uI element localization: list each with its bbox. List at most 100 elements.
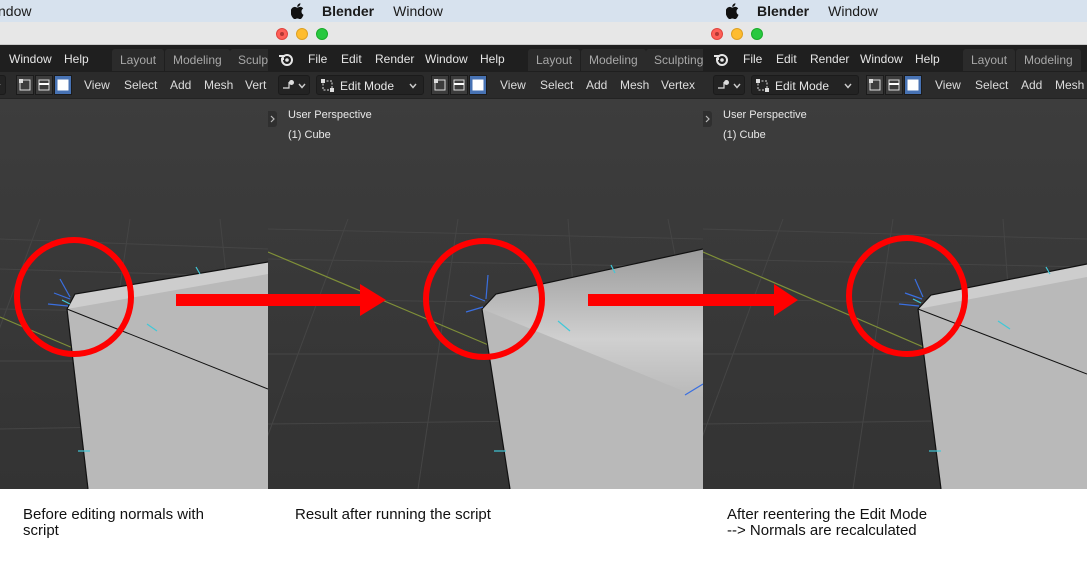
blender-top-bar: Window Help Layout Modeling Sculpt	[0, 45, 268, 72]
mac-menu-bar: Blender Window	[703, 0, 1087, 22]
select-mode-group	[431, 75, 488, 95]
tab-modeling[interactable]: Modeling	[165, 49, 230, 71]
blender-logo-icon[interactable]	[278, 51, 294, 67]
viewport-header: Edit Mode View Select Add Mesh	[703, 72, 1087, 99]
viewport-object-label: (1) Cube	[288, 129, 331, 141]
zoom-window-button[interactable]	[751, 28, 763, 40]
chevron-down-icon	[844, 83, 852, 89]
minimize-window-button[interactable]	[731, 28, 743, 40]
apple-icon[interactable]	[288, 2, 308, 20]
tab-layout[interactable]: Layout	[528, 49, 581, 71]
header-vertex[interactable]: Vert	[245, 78, 266, 92]
header-mesh[interactable]: Mesh	[204, 78, 233, 92]
menu-window[interactable]: Window	[425, 52, 468, 66]
menu-window[interactable]: Window	[860, 52, 903, 66]
edit-mode-icon	[756, 79, 769, 92]
blender-top-bar: File Edit Render Window Help Layout Mode…	[703, 45, 1087, 72]
zoom-window-button[interactable]	[316, 28, 328, 40]
mac-menu-bar: ndow	[0, 0, 268, 22]
mode-dropdown[interactable]: Edit Mode	[316, 75, 424, 95]
menu-edit[interactable]: Edit	[341, 52, 362, 66]
edge-select-icon[interactable]	[450, 75, 468, 95]
sidebar-toggle-icon[interactable]	[268, 111, 277, 127]
edit-mode-icon	[321, 79, 334, 92]
menu-help[interactable]: Help	[480, 52, 505, 66]
mac-menu-window[interactable]: Window	[828, 3, 878, 19]
menu-file[interactable]: File	[308, 52, 327, 66]
edge-select-icon[interactable]	[35, 75, 53, 95]
sidebar-toggle-icon[interactable]	[703, 111, 712, 127]
header-mesh[interactable]: Mesh	[1055, 78, 1084, 92]
header-mesh[interactable]: Mesh	[620, 78, 649, 92]
header-add[interactable]: Add	[170, 78, 191, 92]
header-select[interactable]: Select	[124, 78, 157, 92]
face-select-icon[interactable]	[904, 75, 922, 95]
caption-before: Before editing normals with script	[23, 506, 204, 539]
menu-render[interactable]: Render	[810, 52, 849, 66]
viewport-object-label: (1) Cube	[723, 129, 766, 141]
header-vertex[interactable]: Vertex	[661, 78, 695, 92]
minimize-window-button[interactable]	[296, 28, 308, 40]
menu-edit[interactable]: Edit	[776, 52, 797, 66]
menu-help[interactable]: Help	[915, 52, 940, 66]
screenshot-after-script: Blender Window File Edit Render Window H…	[268, 0, 703, 489]
mode-dropdown[interactable]	[0, 75, 6, 95]
mac-menu-window[interactable]: Window	[393, 3, 443, 19]
vertex-select-icon[interactable]	[866, 75, 884, 95]
menu-file[interactable]: File	[743, 52, 762, 66]
mac-menu-bar: Blender Window	[268, 0, 703, 22]
app-name[interactable]: Blender	[757, 3, 809, 19]
viewport-scene	[703, 99, 1087, 489]
mode-dropdown[interactable]: Edit Mode	[751, 75, 859, 95]
viewport-header: Edit Mode View Select Add Mesh Vertex	[268, 72, 703, 99]
tab-layout[interactable]: Layout	[112, 49, 165, 71]
caption-after-reenter: After reentering the Edit Mode --> Norma…	[727, 506, 928, 539]
menu-render[interactable]: Render	[375, 52, 414, 66]
menu-window[interactable]: Window	[9, 52, 52, 66]
viewport-perspective-label: User Perspective	[723, 109, 807, 121]
chevron-down-icon	[409, 83, 417, 89]
header-view[interactable]: View	[84, 78, 110, 92]
chevron-down-icon	[0, 84, 1, 86]
close-window-button[interactable]	[711, 28, 723, 40]
edge-select-icon[interactable]	[885, 75, 903, 95]
editor-type-dropdown[interactable]	[278, 75, 310, 95]
tab-sculpting[interactable]: Sculpt	[230, 49, 268, 71]
editor-type-icon	[283, 80, 294, 89]
chevron-down-icon	[298, 83, 306, 89]
menu-help[interactable]: Help	[64, 52, 89, 66]
3d-viewport[interactable]: User Perspective (1) Cube	[268, 99, 703, 489]
editor-type-dropdown[interactable]	[713, 75, 745, 95]
viewport-scene	[0, 99, 268, 489]
mac-menu-window[interactable]: ndow	[0, 3, 31, 19]
header-add[interactable]: Add	[1021, 78, 1042, 92]
chevron-down-icon	[733, 83, 741, 89]
mode-dropdown-value: Edit Mode	[340, 79, 395, 93]
window-title-bar	[268, 22, 703, 45]
header-select[interactable]: Select	[975, 78, 1008, 92]
vertex-select-icon[interactable]	[431, 75, 449, 95]
window-title-bar	[0, 22, 268, 45]
app-name[interactable]: Blender	[322, 3, 374, 19]
close-window-button[interactable]	[276, 28, 288, 40]
apple-icon[interactable]	[723, 2, 743, 20]
tab-sculpting[interactable]: Sculpting	[646, 49, 703, 71]
3d-viewport[interactable]	[0, 99, 268, 489]
blender-logo-icon[interactable]	[713, 51, 729, 67]
viewport-header: View Select Add Mesh Vert	[0, 72, 268, 99]
header-select[interactable]: Select	[540, 78, 573, 92]
3d-viewport[interactable]: User Perspective (1) Cube	[703, 99, 1087, 489]
header-view[interactable]: View	[500, 78, 526, 92]
blender-top-bar: File Edit Render Window Help Layout Mode…	[268, 45, 703, 72]
tab-modeling[interactable]: Modeling	[581, 49, 646, 71]
tab-layout[interactable]: Layout	[963, 49, 1016, 71]
tab-modeling[interactable]: Modeling	[1016, 49, 1081, 71]
vertex-select-icon[interactable]	[16, 75, 34, 95]
comparison-figure: ndow Window Help Layout Modeling Sculpt …	[0, 0, 1087, 570]
viewport-scene	[268, 99, 703, 489]
header-add[interactable]: Add	[586, 78, 607, 92]
header-view[interactable]: View	[935, 78, 961, 92]
screenshot-before: ndow Window Help Layout Modeling Sculpt …	[0, 0, 268, 489]
face-select-icon[interactable]	[469, 75, 487, 95]
face-select-icon[interactable]	[54, 75, 72, 95]
